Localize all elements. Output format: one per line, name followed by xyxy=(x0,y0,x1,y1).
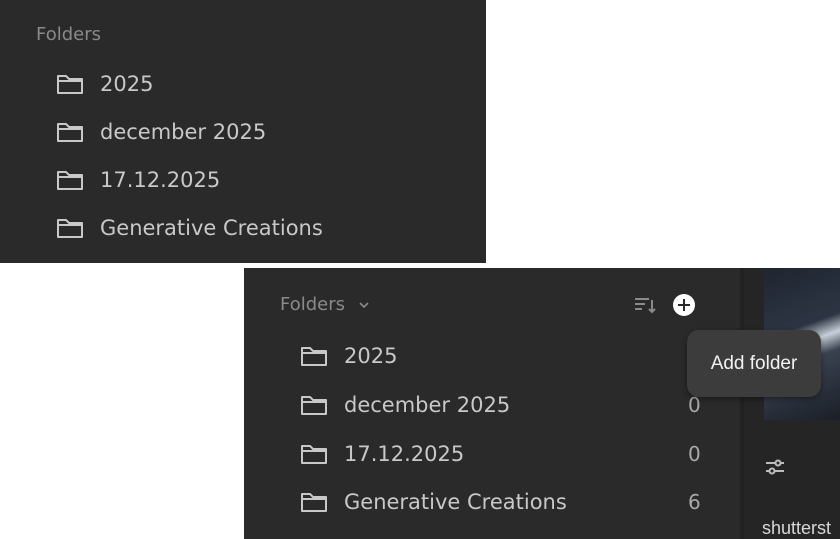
folder-item-2025[interactable]: 2025 xyxy=(56,64,486,104)
folder-label: 17.12.2025 xyxy=(100,168,221,192)
folders-dropdown[interactable]: Folders xyxy=(280,294,371,315)
folders-heading: Folders xyxy=(280,294,346,315)
add-folder-tooltip: Add folder xyxy=(687,330,821,397)
folders-panel-top: Folders 2025 december 2025 17.12.2025 Ge… xyxy=(0,0,486,263)
folder-count: 6 xyxy=(688,490,701,514)
folder-icon xyxy=(57,123,83,142)
folder-item-17-12-2025[interactable]: 17.12.2025 xyxy=(56,160,486,200)
folder-icon xyxy=(57,171,83,190)
folders-panel-bottom: Folders 2025 december 2025 0 17.12.2025 … xyxy=(244,268,840,539)
folder-item-generative-creations[interactable]: Generative Creations xyxy=(56,208,486,248)
folder-label: 2025 xyxy=(100,72,154,96)
folder-label: 2025 xyxy=(344,344,398,368)
folder-item-december-2025[interactable]: december 2025 xyxy=(56,112,486,152)
folder-icon xyxy=(301,347,327,366)
add-folder-icon[interactable] xyxy=(673,294,695,316)
folder-count: 0 xyxy=(688,442,701,466)
folder-item-generative-creations[interactable]: Generative Creations 6 xyxy=(300,482,701,522)
folders-heading: Folders xyxy=(36,24,102,45)
folder-item-december-2025[interactable]: december 2025 0 xyxy=(300,385,701,425)
folder-label: december 2025 xyxy=(344,393,511,417)
folder-icon xyxy=(57,75,83,94)
folder-icon xyxy=(301,493,327,512)
folder-label: Generative Creations xyxy=(344,490,567,514)
chevron-down-icon xyxy=(359,302,369,309)
asset-source-label: shutterst xyxy=(762,518,832,538)
folder-item-2025[interactable]: 2025 xyxy=(300,336,700,376)
sliders-icon[interactable] xyxy=(764,456,786,478)
folder-label: 17.12.2025 xyxy=(344,442,465,466)
folder-icon xyxy=(301,396,327,415)
folder-icon xyxy=(57,219,83,238)
folder-label: december 2025 xyxy=(100,120,267,144)
folder-icon xyxy=(301,445,327,464)
folder-label: Generative Creations xyxy=(100,216,323,240)
folder-item-17-12-2025[interactable]: 17.12.2025 0 xyxy=(300,434,701,474)
content-preview: shutterst xyxy=(744,268,840,539)
sort-icon[interactable] xyxy=(632,292,658,318)
